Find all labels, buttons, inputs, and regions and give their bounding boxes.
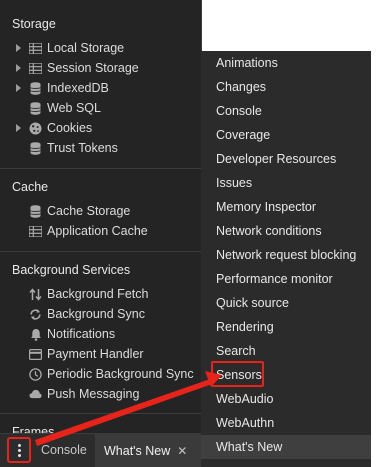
sidebar-item-periodic-background-sync[interactable]: Periodic Background Sync: [0, 364, 201, 384]
arrows-updown-icon: [29, 287, 42, 301]
menu-item-network-request-blocking[interactable]: Network request blocking: [201, 243, 371, 267]
application-sidebar: Storage Local Storage Session Storage In…: [0, 0, 202, 467]
sidebar-item-label: Push Messaging: [47, 387, 140, 401]
menu-item-quick-source[interactable]: Quick source: [201, 291, 371, 315]
menu-item-label: Memory Inspector: [216, 200, 317, 214]
menu-item-performance-monitor[interactable]: Performance monitor: [201, 267, 371, 291]
section-divider: [0, 168, 201, 169]
expand-arrow-icon[interactable]: [16, 84, 21, 92]
menu-item-network-conditions[interactable]: Network conditions: [201, 219, 371, 243]
menu-item-webauthn[interactable]: WebAuthn: [201, 411, 371, 435]
menu-item-label: Network conditions: [216, 224, 322, 238]
sidebar-item-label: Session Storage: [47, 61, 139, 75]
menu-item-label: Search: [216, 344, 256, 358]
expand-arrow-icon[interactable]: [16, 124, 21, 132]
grid-icon: [29, 42, 42, 55]
menu-item-label: Developer Resources: [216, 152, 337, 166]
menu-item-label: WebAudio: [216, 392, 274, 406]
menu-item-memory-inspector[interactable]: Memory Inspector: [201, 195, 371, 219]
kebab-menu-icon: [17, 443, 21, 457]
sidebar-item-label: Cache Storage: [47, 204, 131, 218]
more-tools-button[interactable]: [7, 437, 31, 463]
sidebar-item-local-storage[interactable]: Local Storage: [0, 38, 201, 58]
menu-item-label: Issues: [216, 176, 253, 190]
more-tools-menu: Animations Changes Console Coverage Deve…: [201, 51, 371, 467]
clock-icon: [29, 367, 42, 381]
card-icon: [29, 348, 42, 361]
sidebar-item-cache-storage[interactable]: Cache Storage: [0, 201, 201, 221]
sidebar-item-notifications[interactable]: Notifications: [0, 324, 201, 344]
sidebar-item-web-sql[interactable]: Web SQL: [0, 98, 201, 118]
menu-item-label: Performance monitor: [216, 272, 333, 286]
grid-icon: [29, 225, 42, 238]
menu-item-whats-new[interactable]: What's New: [201, 435, 371, 459]
sidebar-item-trust-tokens[interactable]: Trust Tokens: [0, 138, 201, 158]
menu-item-label: What's New: [216, 440, 283, 454]
sidebar-item-label: Trust Tokens: [47, 141, 118, 155]
sidebar-item-application-cache[interactable]: Application Cache: [0, 221, 201, 241]
menu-item-search[interactable]: Search: [201, 339, 371, 363]
sidebar-item-session-storage[interactable]: Session Storage: [0, 58, 201, 78]
menu-item-label: Coverage: [216, 128, 271, 142]
close-icon[interactable]: ✕: [177, 444, 187, 458]
sidebar-item-label: Background Sync: [47, 307, 145, 321]
tab-console[interactable]: Console: [41, 443, 87, 457]
menu-item-label: Console: [216, 104, 262, 118]
database-icon: [29, 204, 42, 218]
bell-icon: [29, 328, 42, 341]
expand-arrow-icon[interactable]: [16, 64, 21, 72]
sidebar-item-background-sync[interactable]: Background Sync: [0, 304, 201, 324]
menu-item-rendering[interactable]: Rendering: [201, 315, 371, 339]
menu-item-label: Network request blocking: [216, 248, 357, 262]
sensors-highlight-box: [211, 361, 264, 387]
menu-item-label: Quick source: [216, 296, 289, 310]
database-icon: [29, 101, 42, 115]
menu-item-developer-resources[interactable]: Developer Resources: [201, 147, 371, 171]
tab-label: What's New: [104, 443, 171, 458]
section-divider: [0, 413, 201, 414]
sidebar-item-label: IndexedDB: [47, 81, 109, 95]
menu-item-console[interactable]: Console: [201, 99, 371, 123]
drawer-tab-bar: Console What's New ✕: [0, 433, 201, 467]
menu-item-label: Animations: [216, 56, 278, 70]
section-divider: [0, 251, 201, 252]
menu-item-changes[interactable]: Changes: [201, 75, 371, 99]
expand-arrow-icon[interactable]: [16, 44, 21, 52]
section-title-storage: Storage: [12, 17, 56, 31]
sidebar-item-label: Notifications: [47, 327, 116, 341]
sidebar-item-indexeddb[interactable]: IndexedDB: [0, 78, 201, 98]
sidebar-item-label: Payment Handler: [47, 347, 144, 361]
sidebar-item-label: Periodic Background Sync: [47, 367, 194, 381]
sync-icon: [29, 308, 42, 321]
sidebar-item-label: Cookies: [47, 121, 93, 135]
sidebar-item-label: Local Storage: [47, 41, 125, 55]
cookie-icon: [29, 122, 42, 135]
menu-item-webaudio[interactable]: WebAudio: [201, 387, 371, 411]
sidebar-item-cookies[interactable]: Cookies: [0, 118, 201, 138]
section-title-cache: Cache: [12, 180, 49, 194]
menu-item-label: WebAuthn: [216, 416, 275, 430]
sidebar-item-label: Web SQL: [47, 101, 101, 115]
grid-icon: [29, 62, 42, 75]
sidebar-item-background-fetch[interactable]: Background Fetch: [0, 284, 201, 304]
sidebar-item-label: Application Cache: [47, 224, 148, 238]
sidebar-item-label: Background Fetch: [47, 287, 149, 301]
menu-item-coverage[interactable]: Coverage: [201, 123, 371, 147]
tab-whats-new[interactable]: What's New ✕: [95, 434, 201, 467]
sidebar-item-push-messaging[interactable]: Push Messaging: [0, 384, 201, 404]
menu-item-issues[interactable]: Issues: [201, 171, 371, 195]
menu-item-label: Rendering: [216, 320, 274, 334]
cloud-icon: [29, 388, 42, 401]
menu-item-animations[interactable]: Animations: [201, 51, 371, 75]
database-icon: [29, 141, 42, 155]
section-title-background-services: Background Services: [12, 263, 131, 277]
database-icon: [29, 81, 42, 95]
menu-item-label: Changes: [216, 80, 267, 94]
sidebar-item-payment-handler[interactable]: Payment Handler: [0, 344, 201, 364]
